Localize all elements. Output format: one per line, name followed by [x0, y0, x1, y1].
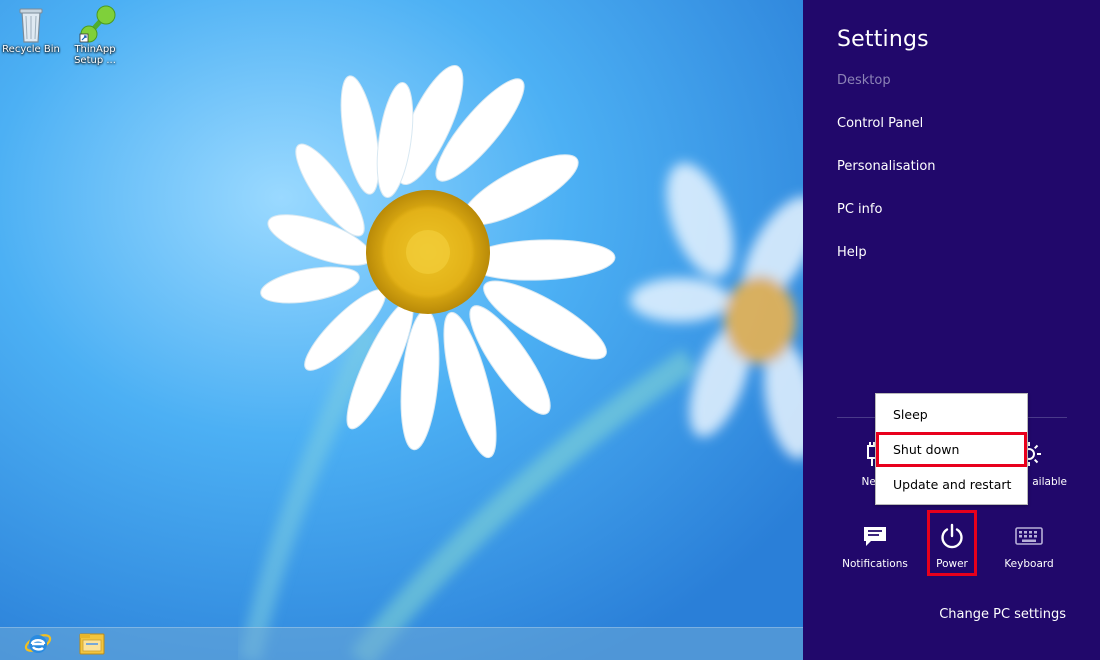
notifications-label: Notifications: [842, 558, 908, 570]
help-link[interactable]: Help: [837, 245, 867, 260]
internet-explorer-icon: [24, 629, 52, 660]
thinapp-setup-shortcut[interactable]: ThinApp Setup ...: [64, 4, 126, 66]
pc-info-link[interactable]: PC info: [837, 202, 882, 217]
desktop: Recycle Bin ThinApp Setup ...: [0, 0, 803, 660]
keyboard-tile[interactable]: Keyboard: [991, 520, 1067, 590]
keyboard-label: Keyboard: [1004, 558, 1054, 570]
charm-context-label: Desktop: [837, 73, 891, 88]
personalisation-link[interactable]: Personalisation: [837, 159, 936, 174]
settings-charm-panel: Settings Desktop Control Panel Personali…: [803, 0, 1100, 660]
control-panel-link[interactable]: Control Panel: [837, 116, 923, 131]
shut-down-highlight-box: [876, 432, 1027, 467]
sleep-menu-item[interactable]: Sleep: [876, 398, 1027, 431]
thinapp-icon: [77, 4, 116, 44]
update-and-restart-menu-item[interactable]: Update and restart: [876, 468, 1027, 501]
keyboard-icon: [991, 520, 1067, 552]
taskbar-internet-explorer-button[interactable]: [14, 629, 62, 660]
recycle-bin-shortcut[interactable]: Recycle Bin: [0, 4, 62, 55]
change-pc-settings-link[interactable]: Change PC settings: [939, 607, 1066, 622]
file-explorer-icon: [78, 630, 106, 660]
notifications-tile[interactable]: Notifications: [837, 520, 913, 590]
charm-title: Settings: [837, 27, 929, 52]
recycle-bin-icon: [13, 4, 49, 44]
power-highlight-box: [927, 510, 977, 576]
taskbar-file-explorer-button[interactable]: [68, 629, 116, 660]
taskbar: [0, 627, 803, 660]
notifications-icon: [837, 520, 913, 552]
wallpaper-daisy: [0, 0, 803, 660]
